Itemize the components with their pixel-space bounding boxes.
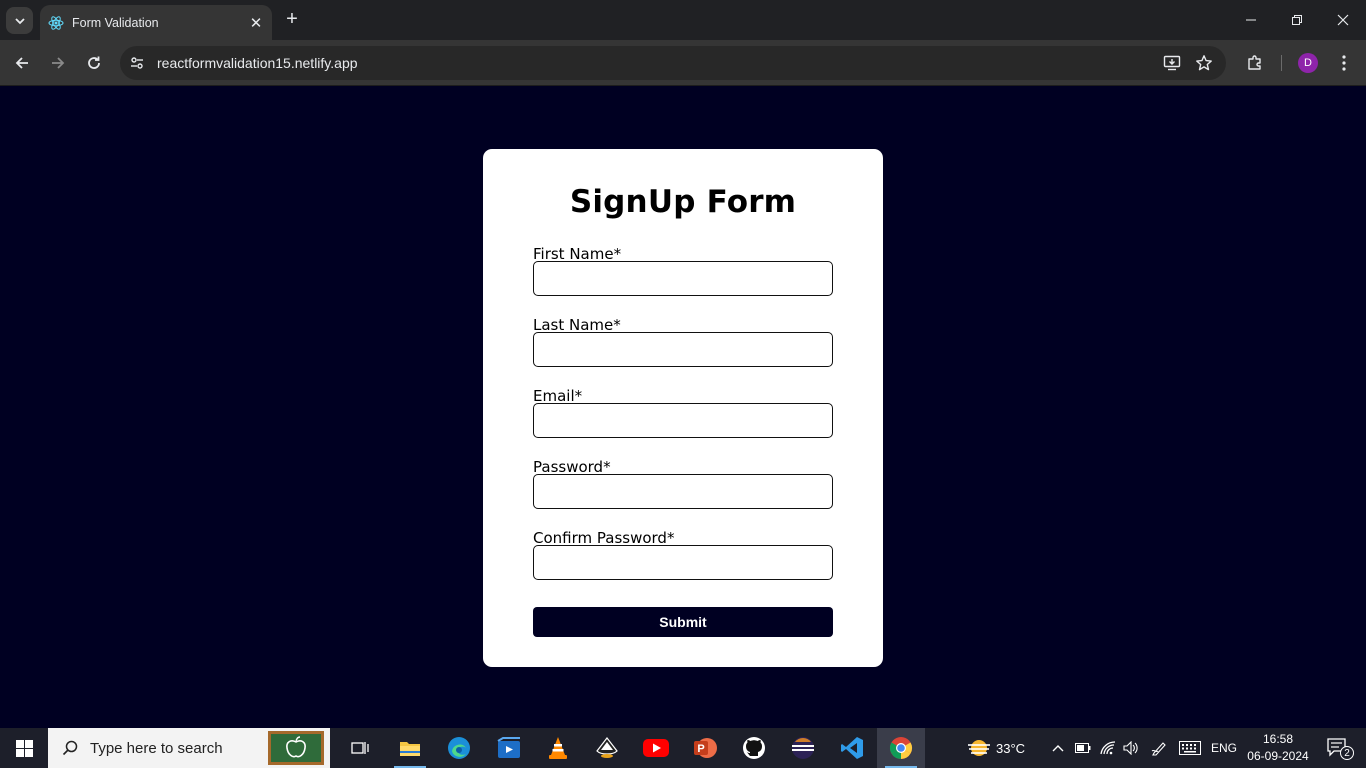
- new-tab-button[interactable]: +: [282, 9, 302, 29]
- chrome-taskbar-button[interactable]: [877, 728, 925, 768]
- start-button[interactable]: [0, 728, 48, 768]
- media-player-icon: [497, 737, 520, 758]
- arrow-right-icon: [52, 57, 65, 69]
- clock-time: 16:58: [1262, 732, 1294, 746]
- react-logo-icon: [48, 15, 64, 31]
- reload-icon: [88, 56, 100, 69]
- eclipse-icon: [792, 737, 814, 759]
- first-name-input[interactable]: [533, 261, 833, 296]
- tab-close-icon[interactable]: ✕: [246, 13, 266, 33]
- bookmark-star-icon[interactable]: [1188, 47, 1220, 79]
- arrow-left-icon: [15, 57, 28, 69]
- confirm-password-input[interactable]: [533, 545, 833, 580]
- email-field: Email*: [533, 387, 833, 438]
- search-placeholder: Type here to search: [90, 739, 223, 757]
- password-input[interactable]: [533, 474, 833, 509]
- last-name-field: Last Name*: [533, 316, 833, 367]
- back-button[interactable]: [10, 51, 34, 75]
- media-player-taskbar-button[interactable]: [485, 728, 533, 768]
- page-viewport: SignUp Form First Name* Last Name* Email…: [0, 87, 1366, 728]
- taskbar-search-box[interactable]: Type here to search: [48, 728, 330, 768]
- vlc-taskbar-button[interactable]: [534, 728, 582, 768]
- last-name-input[interactable]: [533, 332, 833, 367]
- youtube-icon: [643, 739, 669, 757]
- wifi-icon[interactable]: [1098, 728, 1118, 768]
- edge-browser-icon: [448, 737, 470, 759]
- confirm-password-field: Confirm Password*: [533, 529, 833, 580]
- clock-date: 06-09-2024: [1247, 749, 1309, 763]
- reload-button[interactable]: [82, 51, 106, 75]
- task-view-icon: [351, 742, 369, 754]
- inkscape-icon: [596, 737, 618, 758]
- puzzle-icon: [1248, 55, 1261, 70]
- notification-center-button[interactable]: 2: [1318, 728, 1358, 768]
- tab-form-validation[interactable]: Form Validation ✕: [40, 5, 272, 40]
- search-highlight-chalkboard-icon: [268, 731, 324, 765]
- youtube-taskbar-button[interactable]: [632, 728, 680, 768]
- taskbar-clock[interactable]: 16:58 06-09-2024: [1244, 728, 1312, 768]
- file-explorer-taskbar-button[interactable]: [386, 728, 434, 768]
- forward-button[interactable]: [46, 51, 70, 75]
- weather-icon[interactable]: [964, 728, 994, 768]
- notification-count-badge: 2: [1340, 746, 1354, 760]
- tab-title: Form Validation: [72, 15, 159, 30]
- profile-button[interactable]: D: [1295, 50, 1321, 76]
- chrome-icon: [890, 737, 912, 759]
- task-view-button[interactable]: [336, 728, 384, 768]
- site-settings-icon[interactable]: [125, 51, 149, 75]
- tab-search-button[interactable]: [6, 7, 33, 34]
- windows-taskbar: Type here to search P 33°C ENG 16:58 06-…: [0, 728, 1366, 768]
- browser-menu-button[interactable]: [1334, 50, 1354, 76]
- browser-toolbar: reactformvalidation15.netlify.app D: [0, 40, 1366, 86]
- close-window-button[interactable]: [1320, 0, 1366, 40]
- svg-text:P: P: [697, 743, 704, 755]
- restore-button[interactable]: [1274, 0, 1320, 40]
- pen-icon[interactable]: [1149, 728, 1169, 768]
- avatar: D: [1298, 53, 1318, 73]
- inkscape-taskbar-button[interactable]: [583, 728, 631, 768]
- minimize-button[interactable]: [1228, 0, 1274, 40]
- folder-icon: [400, 742, 420, 756]
- edge-taskbar-button[interactable]: [435, 728, 483, 768]
- volume-icon[interactable]: [1121, 728, 1141, 768]
- touch-keyboard-icon[interactable]: [1177, 728, 1203, 768]
- email-input[interactable]: [533, 403, 833, 438]
- powerpoint-taskbar-button[interactable]: P: [681, 728, 729, 768]
- install-app-icon[interactable]: [1156, 47, 1188, 79]
- extensions-button[interactable]: [1242, 50, 1268, 76]
- first-name-field: First Name*: [533, 245, 833, 296]
- battery-icon[interactable]: [1073, 728, 1093, 768]
- chevron-up-icon[interactable]: [1048, 728, 1068, 768]
- language-indicator[interactable]: ENG: [1208, 728, 1240, 768]
- search-icon: [62, 740, 78, 756]
- powerpoint-icon: P: [694, 738, 717, 758]
- chevron-down-icon: [14, 17, 25, 24]
- github-icon: [743, 737, 765, 759]
- form-title: SignUp Form: [569, 184, 797, 220]
- vlc-cone-icon: [549, 737, 567, 759]
- password-field: Password*: [533, 458, 833, 509]
- vscode-taskbar-button[interactable]: [828, 728, 876, 768]
- github-desktop-taskbar-button[interactable]: [730, 728, 778, 768]
- url-text[interactable]: reactformvalidation15.netlify.app: [157, 55, 1156, 71]
- submit-button[interactable]: Submit: [533, 607, 833, 637]
- vscode-icon: [841, 737, 863, 759]
- browser-tab-strip: Form Validation ✕ +: [0, 0, 1366, 40]
- eclipse-taskbar-button[interactable]: [779, 728, 827, 768]
- address-bar[interactable]: reactformvalidation15.netlify.app: [120, 46, 1226, 80]
- signup-card: SignUp Form First Name* Last Name* Email…: [483, 149, 883, 667]
- windows-logo-icon: [15, 739, 33, 757]
- kebab-menu-icon: [1342, 55, 1346, 71]
- weather-temperature[interactable]: 33°C: [996, 728, 1030, 768]
- window-controls: [1228, 0, 1366, 40]
- toolbar-divider: [1279, 50, 1283, 76]
